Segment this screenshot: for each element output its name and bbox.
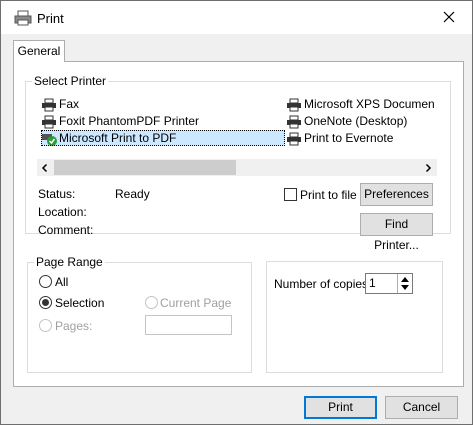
radio-pages-label[interactable]: Pages: — [55, 319, 92, 333]
pages-input[interactable] — [145, 315, 232, 335]
printer-icon — [287, 115, 301, 129]
page-range-legend: Page Range — [36, 255, 103, 269]
page-range-group: Page Range — [27, 255, 252, 373]
print-to-file-checkbox[interactable] — [284, 188, 297, 201]
radio-selection-label[interactable]: Selection — [55, 296, 104, 310]
printer-name: Microsoft XPS Document Writer — [304, 97, 435, 111]
status-value: Ready — [115, 187, 150, 201]
printer-icon — [14, 10, 32, 26]
radio-current-page[interactable] — [145, 296, 158, 309]
chevron-right-icon[interactable] — [423, 163, 433, 173]
tab-general-label: General — [17, 44, 61, 58]
print-to-file-label[interactable]: Print to file — [300, 188, 357, 202]
window-title: Print — [37, 11, 64, 26]
print-dialog: Print General Select Printer Fax Foxit P… — [0, 0, 473, 425]
printer-name: OneNote (Desktop) — [304, 114, 408, 128]
number-of-copies-label: Number of copies: — [274, 277, 372, 291]
printer-list-scrollbar[interactable] — [37, 159, 437, 176]
printer-name: Print to Evernote — [304, 131, 394, 145]
printer-name: Fax — [59, 97, 80, 111]
radio-all-label[interactable]: All — [55, 275, 68, 289]
scrollbar-thumb[interactable] — [54, 160, 236, 175]
comment-label: Comment: — [38, 223, 94, 237]
title-bar: Print — [1, 1, 472, 34]
radio-current-page-label[interactable]: Current Page — [160, 296, 231, 310]
caret-down-icon[interactable] — [401, 285, 409, 290]
chevron-left-icon[interactable] — [40, 163, 50, 173]
print-button[interactable]: Print — [304, 396, 377, 419]
printer-icon — [42, 115, 56, 129]
preferences-button[interactable]: Preferences — [360, 183, 433, 206]
caret-up-icon[interactable] — [401, 277, 409, 282]
printer-icon — [42, 98, 56, 112]
copies-spinner[interactable]: 1 — [365, 273, 413, 294]
printer-item-onenote[interactable]: OneNote (Desktop) — [286, 113, 407, 129]
printer-item-foxit[interactable]: Foxit PhantomPDF Printer — [41, 113, 199, 129]
printer-icon — [287, 132, 301, 146]
printer-list[interactable]: Fax Foxit PhantomPDF Printer Microsoft P… — [37, 93, 437, 155]
location-label: Location: — [38, 205, 87, 219]
radio-all[interactable] — [39, 275, 52, 288]
printer-item-microsoft-xps[interactable]: Microsoft XPS Document Writer — [286, 96, 435, 112]
radio-selection[interactable] — [39, 296, 52, 309]
cancel-button[interactable]: Cancel — [385, 396, 458, 419]
printer-name: Foxit PhantomPDF Printer — [59, 114, 200, 128]
status-label: Status: — [38, 187, 76, 201]
spinner-buttons — [397, 274, 412, 293]
close-icon[interactable] — [441, 9, 457, 25]
printer-name: Microsoft Print to PDF — [59, 131, 177, 145]
copies-value[interactable]: 1 — [369, 276, 376, 290]
printer-item-evernote[interactable]: Print to Evernote — [286, 130, 393, 146]
printer-icon — [287, 98, 301, 112]
printer-item-microsoft-print-to-pdf[interactable]: Microsoft Print to PDF — [41, 130, 285, 146]
radio-pages[interactable] — [39, 319, 52, 332]
printer-item-fax[interactable]: Fax — [41, 96, 79, 112]
default-check-icon — [42, 133, 57, 146]
select-printer-legend: Select Printer — [34, 74, 107, 88]
tab-general[interactable]: General — [13, 40, 65, 62]
find-printer-button[interactable]: Find Printer... — [360, 213, 433, 252]
